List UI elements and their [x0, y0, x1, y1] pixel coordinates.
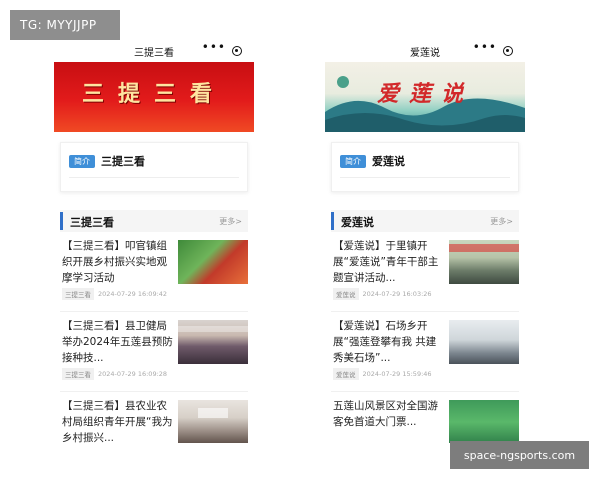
article-title: 【三提三看】叩官镇组织开展乡村振兴实地观摩学习活动	[62, 240, 167, 284]
article-item[interactable]: 【三提三看】叩官镇组织开展乡村振兴实地观摩学习活动 三提三看 2024-07-2…	[60, 232, 248, 312]
article-category: 三提三看	[62, 288, 94, 300]
intro-tag: 简介	[69, 155, 95, 168]
article-thumbnail[interactable]	[449, 400, 519, 443]
intro-name: 爱莲说	[372, 155, 405, 168]
article-title: 【三提三看】县农业农村局组织青年开展“我为乡村振兴...	[62, 400, 173, 443]
section-header: 爱莲说 更多>	[331, 210, 519, 232]
thumb-banner-strip	[178, 326, 248, 332]
thumb-screen	[198, 408, 228, 418]
intro-card[interactable]: 简介 爱莲说	[331, 142, 519, 192]
article-category: 爱莲说	[333, 288, 359, 300]
section-title: 爱莲说	[341, 216, 374, 229]
article-meta: 爱莲说 2024-07-29 15:59:46	[333, 368, 432, 380]
intro-divider	[340, 177, 510, 178]
article-meta: 三提三看 2024-07-29 16:09:28	[62, 368, 167, 380]
intro-card[interactable]: 简介 三提三看	[60, 142, 248, 192]
section-accent	[60, 212, 63, 230]
article-title: 【爱莲说】石场乡开展“强莲登攀有我 共建秀美石场”...	[333, 320, 437, 364]
more-icon[interactable]: •••	[202, 40, 226, 54]
article-item[interactable]: 【三提三看】县农业农村局组织青年开展“我为乡村振兴...	[60, 392, 248, 443]
nav-bar: 三提三看 •••	[54, 38, 254, 62]
article-thumbnail[interactable]	[449, 320, 519, 364]
article-category: 三提三看	[62, 368, 94, 380]
more-link[interactable]: 更多>	[219, 216, 242, 227]
more-icon[interactable]: •••	[473, 40, 497, 54]
article-time: 2024-07-29 16:09:28	[98, 370, 168, 378]
section-accent	[331, 212, 334, 230]
watermark-top: TG: MYYJJPP	[10, 10, 120, 40]
thumb-banner-strip	[449, 244, 519, 252]
article-thumbnail[interactable]	[178, 240, 248, 284]
section-title: 三提三看	[70, 216, 114, 229]
phone-right: 爱莲说 ••• 爱莲说 简介 爱莲说 爱莲说 更多> 【爱莲说】于里镇开展“爱莲…	[325, 38, 525, 443]
nav-bar: 爱莲说 •••	[325, 38, 525, 62]
article-thumbnail[interactable]	[178, 400, 248, 443]
article-time: 2024-07-29 16:09:42	[98, 290, 168, 298]
article-item[interactable]: 【爱莲说】于里镇开展“爱莲说”青年干部主题宣讲活动... 爱莲说 2024-07…	[331, 232, 519, 312]
section-header: 三提三看 更多>	[60, 210, 248, 232]
phone-left: 三提三看 ••• 三提三看 简介 三提三看 三提三看 更多> 【三提三看】叩官镇…	[54, 38, 254, 443]
article-title: 【爱莲说】于里镇开展“爱莲说”青年干部主题宣讲活动...	[333, 240, 439, 284]
article-time: 2024-07-29 16:03:26	[362, 290, 432, 298]
intro-divider	[69, 177, 239, 178]
banner[interactable]: 爱莲说	[325, 62, 525, 132]
article-thumbnail[interactable]	[449, 240, 519, 284]
more-link[interactable]: 更多>	[490, 216, 513, 227]
article-meta: 爱莲说 2024-07-29 16:03:26	[333, 288, 432, 300]
article-thumbnail[interactable]	[178, 320, 248, 364]
banner[interactable]: 三提三看	[54, 62, 254, 132]
article-meta: 三提三看 2024-07-29 16:09:42	[62, 288, 167, 300]
watermark-bottom: space-ngsports.com	[450, 441, 589, 469]
article-time: 2024-07-29 15:59:46	[362, 370, 432, 378]
article-title: 五莲山风景区对全国游客免首道大门票...	[333, 400, 438, 428]
intro-name: 三提三看	[101, 155, 145, 168]
article-item[interactable]: 【爱莲说】石场乡开展“强莲登攀有我 共建秀美石场”... 爱莲说 2024-07…	[331, 312, 519, 392]
article-item[interactable]: 五莲山风景区对全国游客免首道大门票...	[331, 392, 519, 443]
banner-text: 爱莲说	[376, 81, 473, 107]
article-item[interactable]: 【三提三看】县卫健局举办2024年五莲县预防接种技... 三提三看 2024-0…	[60, 312, 248, 392]
banner-text: 三提三看	[81, 81, 226, 107]
article-category: 爱莲说	[333, 368, 359, 380]
article-title: 【三提三看】县卫健局举办2024年五莲县预防接种技...	[62, 320, 173, 364]
target-icon[interactable]	[232, 46, 242, 56]
target-icon[interactable]	[503, 46, 513, 56]
intro-tag: 简介	[340, 155, 366, 168]
